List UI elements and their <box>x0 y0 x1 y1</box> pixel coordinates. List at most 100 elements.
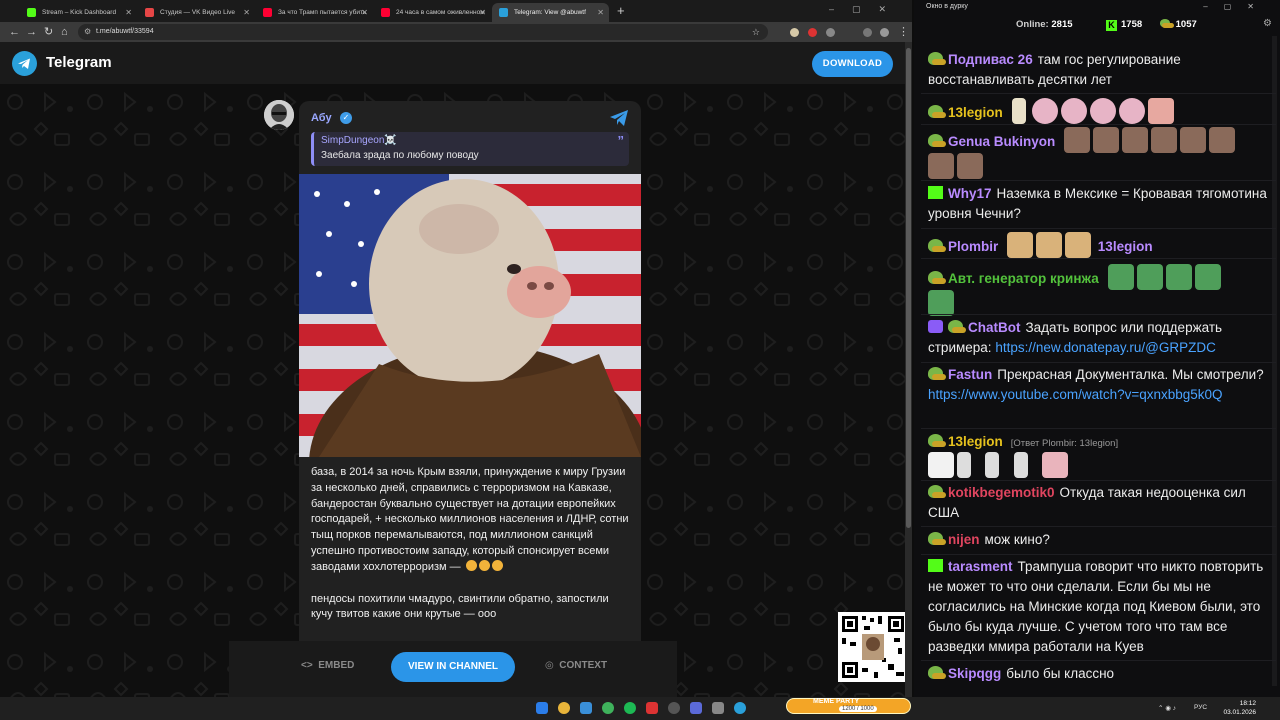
bot-badge-icon <box>928 320 943 333</box>
telegram-icon[interactable] <box>734 702 746 714</box>
emote-icon <box>928 153 954 179</box>
download-icon[interactable] <box>863 28 872 37</box>
language-indicator[interactable]: РУС <box>1194 704 1207 711</box>
close-tab-icon[interactable]: ✕ <box>597 3 604 22</box>
tab-kick-dashboard[interactable]: Stream – Kick Dashboard ✕ <box>20 3 137 22</box>
emote-icon <box>928 290 954 316</box>
window-controls[interactable]: –▢✕ <box>829 4 904 15</box>
chat-username[interactable]: ChatBot <box>968 320 1021 335</box>
chat-username[interactable]: Plombir <box>948 239 998 254</box>
telegram-share-icon[interactable] <box>609 109 629 132</box>
app-icon[interactable] <box>690 702 702 714</box>
chat-separator <box>921 362 1276 363</box>
spotify-icon[interactable] <box>624 702 636 714</box>
app-icon[interactable] <box>602 702 614 714</box>
app-icon[interactable] <box>712 702 724 714</box>
emote-icon <box>1165 264 1192 290</box>
kick-badge-icon <box>928 186 943 199</box>
meme-party-progress: 1200 / 1000 <box>839 706 877 712</box>
extension-icon[interactable] <box>808 28 817 37</box>
emote-icon <box>1061 98 1088 124</box>
emote-icon <box>1011 98 1026 124</box>
quote-text: Заебала зрада по любому поводу <box>321 150 479 161</box>
close-tab-icon[interactable]: ✕ <box>361 3 368 22</box>
tab-telegram[interactable]: Telegram: View @abuwtf ✕ <box>492 3 609 22</box>
telegram-logo-icon <box>12 51 37 76</box>
chat-text: было бы классно <box>1006 666 1115 681</box>
quoted-message[interactable]: SimpDungeon☠️ Заебала зрада по любому по… <box>311 132 629 166</box>
close-tab-icon[interactable]: ✕ <box>125 3 132 22</box>
channel-name[interactable]: Абу <box>311 112 332 124</box>
pepe-badge-icon <box>928 52 946 65</box>
bookmark-star-icon[interactable]: ☆ <box>752 24 760 40</box>
emote-icon <box>1065 232 1092 258</box>
channel-avatar[interactable] <box>264 100 294 130</box>
chat-username[interactable]: Genua Bukinyon <box>948 134 1055 149</box>
menu-icon[interactable]: ⋮ <box>898 24 909 40</box>
pepe-badge-icon <box>928 367 946 380</box>
system-clock[interactable]: 18:12 03.01.2026 <box>1223 699 1256 717</box>
steam-icon[interactable] <box>580 702 592 714</box>
url-text: t.me/abuwtf/33594 <box>96 28 154 35</box>
chat-username[interactable]: nijen <box>948 532 980 547</box>
forward-icon[interactable]: → <box>26 24 37 40</box>
windows-taskbar: ⌃ ◉ ♪ РУС 18:12 03.01.2026 <box>0 697 1280 720</box>
extension-icon[interactable] <box>790 28 799 37</box>
settings-gear-icon[interactable]: ⚙ <box>1263 18 1272 29</box>
close-tab-icon[interactable]: ✕ <box>243 3 250 22</box>
chat-separator <box>921 124 1276 125</box>
view-in-channel-button[interactable]: VIEW IN CHANNEL <box>391 652 515 682</box>
back-icon[interactable]: ← <box>9 24 20 40</box>
puzzle-icon[interactable] <box>826 28 835 37</box>
chat-scrollbar[interactable] <box>1272 36 1277 686</box>
chat-username[interactable]: Подпивас 26 <box>948 52 1033 67</box>
chat-username[interactable]: Skipqgg <box>948 666 1001 681</box>
emote-icon <box>1093 127 1120 153</box>
tray-icons[interactable]: ⌃ ◉ ♪ <box>1158 704 1176 712</box>
quote-author: SimpDungeon☠️ <box>321 135 397 146</box>
chat-mention[interactable]: 13legion <box>1098 239 1153 254</box>
youtube-favicon-icon <box>263 8 272 17</box>
profile-icon[interactable] <box>880 28 889 37</box>
embed-button[interactable]: <> EMBED <box>301 660 354 671</box>
start-windows-icon[interactable] <box>536 702 548 714</box>
chat-username[interactable]: Why17 <box>948 186 992 201</box>
chat-username[interactable]: 13legion <box>948 105 1003 120</box>
pepe-badge-icon <box>928 105 946 118</box>
chat-username[interactable]: Fastun <box>948 367 992 382</box>
app-icon[interactable] <box>646 702 658 714</box>
chat-link[interactable]: https://www.youtube.com/watch?v=qxnxbbg5… <box>928 387 1223 402</box>
context-button[interactable]: ◎ CONTEXT <box>545 660 607 671</box>
chat-username[interactable]: kotikbegemotik0 <box>948 485 1055 500</box>
chat-username[interactable]: 13legion <box>948 434 1003 449</box>
site-info-icon[interactable]: ⚙ <box>84 24 91 40</box>
post-text: база, в 2014 за ночь Крым взяли, принужд… <box>311 465 633 639</box>
post-photo[interactable] <box>299 174 641 457</box>
tab-youtube-24h[interactable]: 24 часа в самом оживленном ✕ <box>374 3 491 22</box>
tab-youtube-trump[interactable]: За что Трамп пытается убить ✕ <box>256 3 373 22</box>
chat-window-controls[interactable]: –▢✕ <box>1203 2 1270 11</box>
tab-vk-studio[interactable]: Студия — VK Видео Live ✕ <box>138 3 255 22</box>
chat-separator <box>921 258 1276 259</box>
download-button[interactable]: DOWNLOAD <box>812 51 893 77</box>
reply-context[interactable]: [Ответ Plombir: 13legion] <box>1011 438 1118 449</box>
chat-username[interactable]: Авт. генератор кринжа <box>948 271 1099 286</box>
home-icon[interactable]: ⌂ <box>61 24 68 40</box>
chrome-icon[interactable] <box>558 702 570 714</box>
page-scrollbar[interactable] <box>905 42 912 697</box>
telegram-brand[interactable]: Telegram <box>46 54 112 71</box>
emote-icon <box>1007 232 1034 258</box>
tab-label: Stream – Kick Dashboard <box>42 9 117 16</box>
address-bar[interactable]: ⚙ t.me/abuwtf/33594 ☆ <box>78 24 768 40</box>
chat-link[interactable]: https://new.donatepay.ru/@GRPZDC <box>995 340 1216 355</box>
reload-icon[interactable]: ↻ <box>44 24 53 40</box>
chat-username[interactable]: tarasment <box>948 559 1013 574</box>
chat-emote-row <box>928 452 1270 478</box>
chat-separator <box>921 480 1276 481</box>
close-tab-icon[interactable]: ✕ <box>479 3 486 22</box>
code-icon: <> <box>301 660 313 671</box>
new-tab-button[interactable]: + <box>617 3 625 19</box>
obs-icon[interactable] <box>668 702 680 714</box>
globe-icon: ◎ <box>545 660 554 671</box>
kick-favicon-icon <box>27 8 36 17</box>
